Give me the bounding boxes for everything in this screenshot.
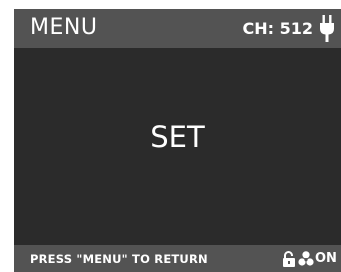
- footer-bar: PRESS "MENU" TO RETURN ON: [14, 245, 341, 272]
- return-hint: PRESS "MENU" TO RETURN: [30, 252, 208, 266]
- plug-icon: [320, 15, 334, 42]
- lock-icon: [283, 251, 295, 267]
- channel-readout: CH: 512: [242, 19, 314, 38]
- header-bar: MENU CH: 512: [14, 9, 341, 48]
- menu-title: MENU: [30, 15, 98, 40]
- current-menu-item: SET: [150, 120, 205, 154]
- fan-status: ON: [315, 251, 337, 266]
- fan-icon: [298, 251, 314, 266]
- device-screen: MENU CH: 512 SET PRESS "MENU" TO RETURN …: [14, 9, 341, 272]
